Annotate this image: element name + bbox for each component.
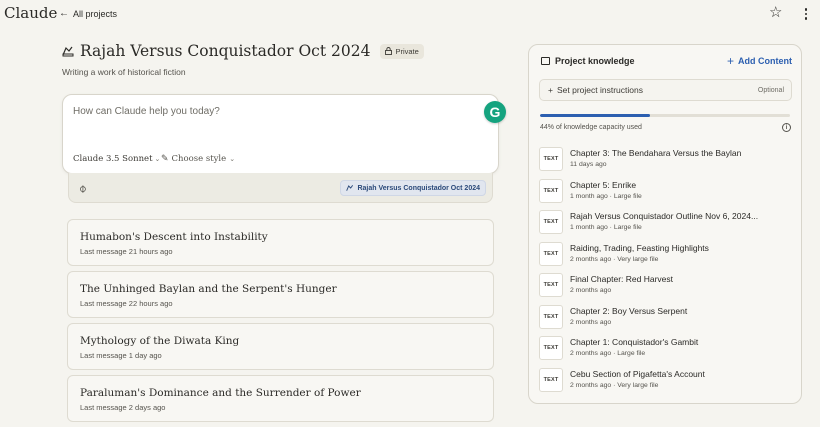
all-projects-label: All projects bbox=[73, 8, 118, 19]
file-meta: 2 months ago · Very large file bbox=[570, 381, 659, 389]
attachment-bar: ⌀ Rajah Versus Conquistador Oct 2024 bbox=[68, 173, 493, 203]
more-vertical-icon[interactable] bbox=[801, 6, 811, 22]
text-file-icon: TEXT bbox=[539, 273, 563, 297]
model-selector[interactable]: Claude 3.5 Sonnet ⌄ bbox=[73, 154, 160, 164]
private-badge: Private bbox=[380, 43, 424, 59]
knowledge-file[interactable]: TEXT Chapter 2: Boy Versus Serpent 2 mon… bbox=[539, 303, 794, 333]
chat-item[interactable]: Mythology of the Diwata King Last messag… bbox=[67, 323, 494, 370]
file-name: Rajah Versus Conquistador Outline Nov 6,… bbox=[570, 211, 759, 221]
chat-title: Mythology of the Diwata King bbox=[80, 335, 240, 347]
book-icon bbox=[541, 57, 550, 65]
instructions-label-wrap: + Set project instructions bbox=[548, 85, 643, 95]
chat-meta: Last message 1 day ago bbox=[80, 351, 162, 360]
file-meta: 2 months ago · Very large file bbox=[570, 255, 659, 263]
chat-item[interactable]: The Unhinged Baylan and the Serpent's Hu… bbox=[67, 271, 494, 318]
project-knowledge-panel: Project knowledge + Add Content + Set pr… bbox=[528, 44, 802, 404]
knowledge-file[interactable]: TEXT Chapter 5: Enrike 1 month ago · Lar… bbox=[539, 177, 794, 207]
palette-icon: ✎ bbox=[161, 154, 169, 164]
file-meta: 1 month ago · Large file bbox=[570, 224, 642, 231]
chat-title: Humabon's Descent into Instability bbox=[80, 231, 268, 243]
project-chip[interactable]: Rajah Versus Conquistador Oct 2024 bbox=[340, 180, 486, 196]
text-file-icon: TEXT bbox=[539, 304, 563, 329]
arrow-left-icon: ← bbox=[59, 8, 69, 19]
knowledge-title: Project knowledge bbox=[555, 56, 635, 66]
knowledge-file[interactable]: TEXT Raiding, Trading, Feasting Highligh… bbox=[539, 240, 794, 270]
knowledge-file[interactable]: TEXT Rajah Versus Conquistador Outline N… bbox=[539, 208, 794, 238]
page-title: Rajah Versus Conquistador Oct 2024 bbox=[80, 42, 371, 60]
optional-label: Optional bbox=[757, 87, 784, 94]
info-icon[interactable]: i bbox=[782, 123, 791, 132]
instructions-label: Set project instructions bbox=[556, 85, 643, 95]
file-name: Chapter 3: The Bendahara Versus the Bayl… bbox=[570, 148, 742, 158]
file-name: Cebu Section of Pigafetta's Account bbox=[570, 368, 705, 379]
chat-item[interactable]: Humabon's Descent into Instability Last … bbox=[67, 219, 494, 266]
text-file-icon: TEXT bbox=[539, 147, 563, 171]
text-file-icon: TEXT bbox=[539, 210, 563, 234]
text-file-icon: TEXT bbox=[539, 178, 563, 203]
project-chip-label: Rajah Versus Conquistador Oct 2024 bbox=[357, 184, 480, 192]
chat-title: Paraluman's Dominance and the Surrender … bbox=[80, 387, 361, 399]
project-header: Rajah Versus Conquistador Oct 2024 Priva… bbox=[62, 42, 424, 60]
add-content-button[interactable]: + Add Content bbox=[726, 53, 792, 68]
style-label: Choose style bbox=[171, 154, 227, 164]
chat-item[interactable]: Paraluman's Dominance and the Surrender … bbox=[67, 375, 494, 422]
all-projects-link[interactable]: ← All projects bbox=[59, 8, 117, 19]
file-meta: 2 months ago bbox=[570, 318, 612, 326]
capacity-label: 44% of knowledge capacity used bbox=[540, 124, 642, 131]
knowledge-file[interactable]: TEXT Chapter 3: The Bendahara Versus the… bbox=[539, 145, 794, 175]
project-icon bbox=[346, 185, 354, 191]
capacity-bar-fill bbox=[540, 114, 650, 117]
private-label: Private bbox=[395, 46, 419, 56]
file-meta: 2 months ago · Large file bbox=[570, 350, 646, 357]
file-meta: 1 month ago · Large file bbox=[570, 192, 642, 200]
composer-placeholder[interactable]: How can Claude help you today? bbox=[73, 106, 220, 117]
star-icon[interactable]: ☆ bbox=[769, 5, 782, 21]
knowledge-header: Project knowledge bbox=[541, 56, 635, 66]
plus-icon: + bbox=[726, 53, 734, 68]
chat-meta: Last message 2 days ago bbox=[80, 403, 166, 412]
chat-meta: Last message 21 hours ago bbox=[80, 247, 173, 256]
style-selector[interactable]: ✎ Choose style ⌄ bbox=[161, 154, 235, 164]
paperclip-icon[interactable]: ⌀ bbox=[75, 182, 89, 195]
lock-icon bbox=[385, 47, 393, 55]
project-description[interactable]: Writing a work of historical fiction bbox=[62, 67, 186, 77]
file-name: Final Chapter: Red Harvest bbox=[570, 274, 673, 284]
file-name: Chapter 5: Enrike bbox=[570, 179, 637, 190]
grammarly-icon[interactable]: G bbox=[484, 101, 506, 123]
claude-logo[interactable]: Claude bbox=[4, 4, 57, 22]
chat-title: The Unhinged Baylan and the Serpent's Hu… bbox=[80, 283, 337, 295]
capacity-bar bbox=[540, 114, 790, 117]
file-name: Chapter 2: Boy Versus Serpent bbox=[570, 305, 688, 316]
add-content-label: Add Content bbox=[738, 56, 792, 66]
knowledge-file[interactable]: TEXT Final Chapter: Red Harvest 2 months… bbox=[539, 271, 794, 301]
chevron-down-icon: ⌄ bbox=[154, 155, 161, 163]
text-file-icon: TEXT bbox=[539, 367, 563, 392]
model-label: Claude 3.5 Sonnet bbox=[73, 154, 153, 164]
project-instructions-button[interactable]: + Set project instructions Optional bbox=[539, 79, 792, 101]
chevron-down-icon: ⌄ bbox=[229, 155, 236, 163]
file-name: Chapter 1: Conquistador's Gambit bbox=[570, 337, 699, 347]
message-composer[interactable]: How can Claude help you today? Claude 3.… bbox=[62, 94, 499, 174]
file-name: Raiding, Trading, Feasting Highlights bbox=[570, 242, 709, 253]
plus-icon: + bbox=[548, 85, 553, 95]
project-icon bbox=[62, 46, 74, 57]
text-file-icon: TEXT bbox=[539, 241, 563, 266]
chat-meta: Last message 22 hours ago bbox=[80, 299, 173, 308]
knowledge-file[interactable]: TEXT Cebu Section of Pigafetta's Account… bbox=[539, 366, 794, 396]
text-file-icon: TEXT bbox=[539, 336, 563, 360]
file-meta: 11 days ago bbox=[570, 161, 607, 168]
knowledge-file[interactable]: TEXT Chapter 1: Conquistador's Gambit 2 … bbox=[539, 334, 794, 364]
file-meta: 2 months ago bbox=[570, 287, 612, 294]
